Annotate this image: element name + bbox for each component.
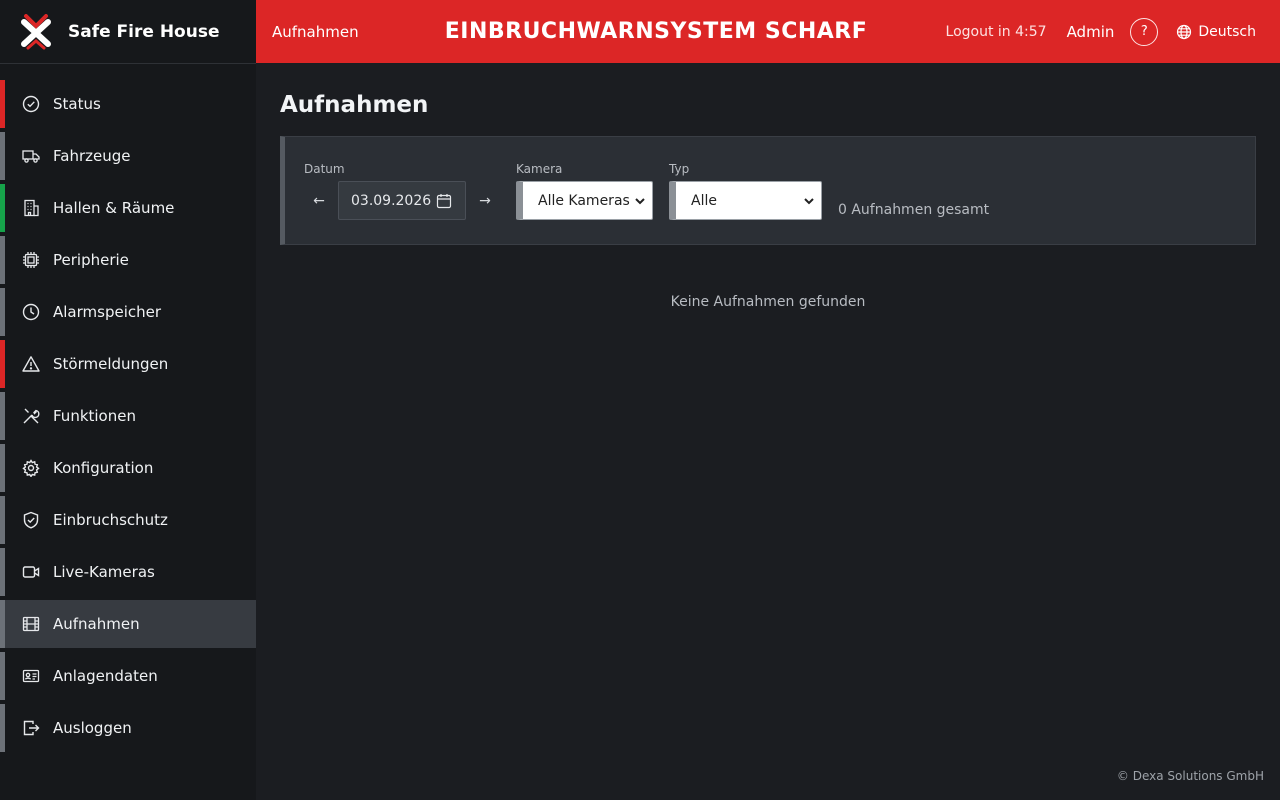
check-circle-icon bbox=[22, 95, 40, 113]
sidebar-item-label: Fahrzeuge bbox=[53, 147, 131, 165]
help-button[interactable]: ? bbox=[1130, 17, 1159, 46]
status-indicator bbox=[0, 600, 5, 648]
status-indicator bbox=[0, 236, 5, 284]
warning-icon bbox=[22, 355, 40, 373]
clock-icon bbox=[22, 303, 40, 321]
sidebar-item-einbruchschutz[interactable]: Einbruchschutz bbox=[0, 496, 256, 544]
status-indicator bbox=[0, 444, 5, 492]
truck-icon bbox=[22, 147, 40, 165]
system-status-title: EINBRUCHWARNSYSTEM SCHARF bbox=[444, 19, 868, 44]
chevron-down-icon bbox=[804, 198, 814, 205]
sidebar-item-label: Alarmspeicher bbox=[53, 303, 162, 321]
sidebar-item-label: Status bbox=[53, 95, 101, 113]
sidebar: Safe Fire House Status Fahrzeuge Hallen … bbox=[0, 0, 256, 800]
status-indicator bbox=[0, 340, 5, 388]
status-indicator bbox=[0, 288, 5, 336]
camera-select[interactable]: Alle Kameras bbox=[516, 181, 653, 220]
page-title: Aufnahmen bbox=[280, 92, 429, 118]
language-label: Deutsch bbox=[1198, 23, 1256, 40]
date-input[interactable]: 03.09.2026 bbox=[338, 181, 466, 220]
tools-icon bbox=[22, 407, 40, 425]
sidebar-item-label: Live-Kameras bbox=[53, 563, 155, 581]
camera-select-value: Alle Kameras bbox=[538, 192, 630, 209]
recordings-count: 0 Aufnahmen gesamt bbox=[838, 202, 990, 218]
status-indicator bbox=[0, 496, 5, 544]
status-indicator bbox=[0, 132, 5, 180]
brand-name: Safe Fire House bbox=[68, 21, 220, 42]
sidebar-item-ausloggen[interactable]: Ausloggen bbox=[0, 704, 256, 752]
status-indicator bbox=[0, 184, 5, 232]
sidebar-item-stoermeldungen[interactable]: Störmeldungen bbox=[0, 340, 256, 388]
user-menu[interactable]: Admin bbox=[1067, 23, 1115, 41]
sidebar-item-alarmspeicher[interactable]: Alarmspeicher bbox=[0, 288, 256, 336]
chip-icon bbox=[22, 251, 40, 269]
type-select-value: Alle bbox=[691, 192, 717, 209]
brand-logo-icon bbox=[21, 13, 51, 49]
sidebar-item-label: Einbruchschutz bbox=[53, 511, 168, 529]
logout-icon bbox=[22, 719, 40, 737]
status-indicator bbox=[0, 548, 5, 596]
camera-label: Kamera bbox=[516, 162, 563, 176]
sidebar-item-label: Konfiguration bbox=[53, 459, 154, 477]
calendar-icon[interactable] bbox=[436, 193, 452, 209]
building-icon bbox=[22, 199, 40, 217]
sidebar-item-funktionen[interactable]: Funktionen bbox=[0, 392, 256, 440]
sidebar-item-aufnahmen[interactable]: Aufnahmen bbox=[0, 600, 256, 648]
empty-state-message: Keine Aufnahmen gefunden bbox=[670, 294, 866, 310]
sidebar-item-label: Ausloggen bbox=[53, 719, 132, 737]
date-value: 03.09.2026 bbox=[351, 192, 432, 209]
status-indicator bbox=[0, 80, 5, 128]
video-camera-icon bbox=[22, 563, 40, 581]
sidebar-item-label: Hallen & Räume bbox=[53, 199, 175, 217]
status-indicator bbox=[0, 652, 5, 700]
top-header: Aufnahmen EINBRUCHWARNSYSTEM SCHARF Logo… bbox=[256, 0, 1280, 63]
status-indicator bbox=[0, 392, 5, 440]
language-selector[interactable]: Deutsch bbox=[1176, 24, 1256, 40]
previous-date-button[interactable]: ← bbox=[305, 181, 333, 221]
main-content: Aufnahmen Datum ← 03.09.2026 → Kamera Al… bbox=[280, 64, 1256, 310]
brand[interactable]: Safe Fire House bbox=[0, 0, 256, 64]
sidebar-item-label: Peripherie bbox=[53, 251, 129, 269]
status-indicator bbox=[0, 704, 5, 752]
globe-icon bbox=[1177, 24, 1192, 39]
sidebar-item-hallen-raeume[interactable]: Hallen & Räume bbox=[0, 184, 256, 232]
chevron-down-icon bbox=[635, 198, 645, 205]
logout-timer: Logout in 4:57 bbox=[945, 23, 1047, 40]
gear-icon bbox=[22, 459, 40, 477]
sidebar-item-label: Anlagendaten bbox=[53, 667, 158, 685]
filter-panel: Datum ← 03.09.2026 → Kamera Alle Kameras… bbox=[280, 136, 1256, 245]
sidebar-item-anlagendaten[interactable]: Anlagendaten bbox=[0, 652, 256, 700]
sidebar-item-status[interactable]: Status bbox=[0, 80, 256, 128]
type-label: Typ bbox=[669, 162, 690, 176]
sidebar-item-label: Aufnahmen bbox=[53, 615, 140, 633]
header-actions: Logout in 4:57 Admin ? Deutsch bbox=[945, 17, 1256, 46]
film-icon bbox=[22, 615, 40, 633]
id-card-icon bbox=[22, 667, 40, 685]
copyright-footer: © Dexa Solutions GmbH bbox=[1116, 769, 1264, 783]
sidebar-item-label: Störmeldungen bbox=[53, 355, 169, 373]
sidebar-item-peripherie[interactable]: Peripherie bbox=[0, 236, 256, 284]
shield-check-icon bbox=[22, 511, 40, 529]
sidebar-nav: Status Fahrzeuge Hallen & Räume Peripher… bbox=[0, 80, 256, 756]
type-select[interactable]: Alle bbox=[669, 181, 822, 220]
sidebar-item-fahrzeuge[interactable]: Fahrzeuge bbox=[0, 132, 256, 180]
next-date-button[interactable]: → bbox=[471, 181, 499, 221]
date-label: Datum bbox=[304, 162, 345, 176]
sidebar-item-label: Funktionen bbox=[53, 407, 136, 425]
sidebar-item-live-kameras[interactable]: Live-Kameras bbox=[0, 548, 256, 596]
sidebar-item-konfiguration[interactable]: Konfiguration bbox=[0, 444, 256, 492]
